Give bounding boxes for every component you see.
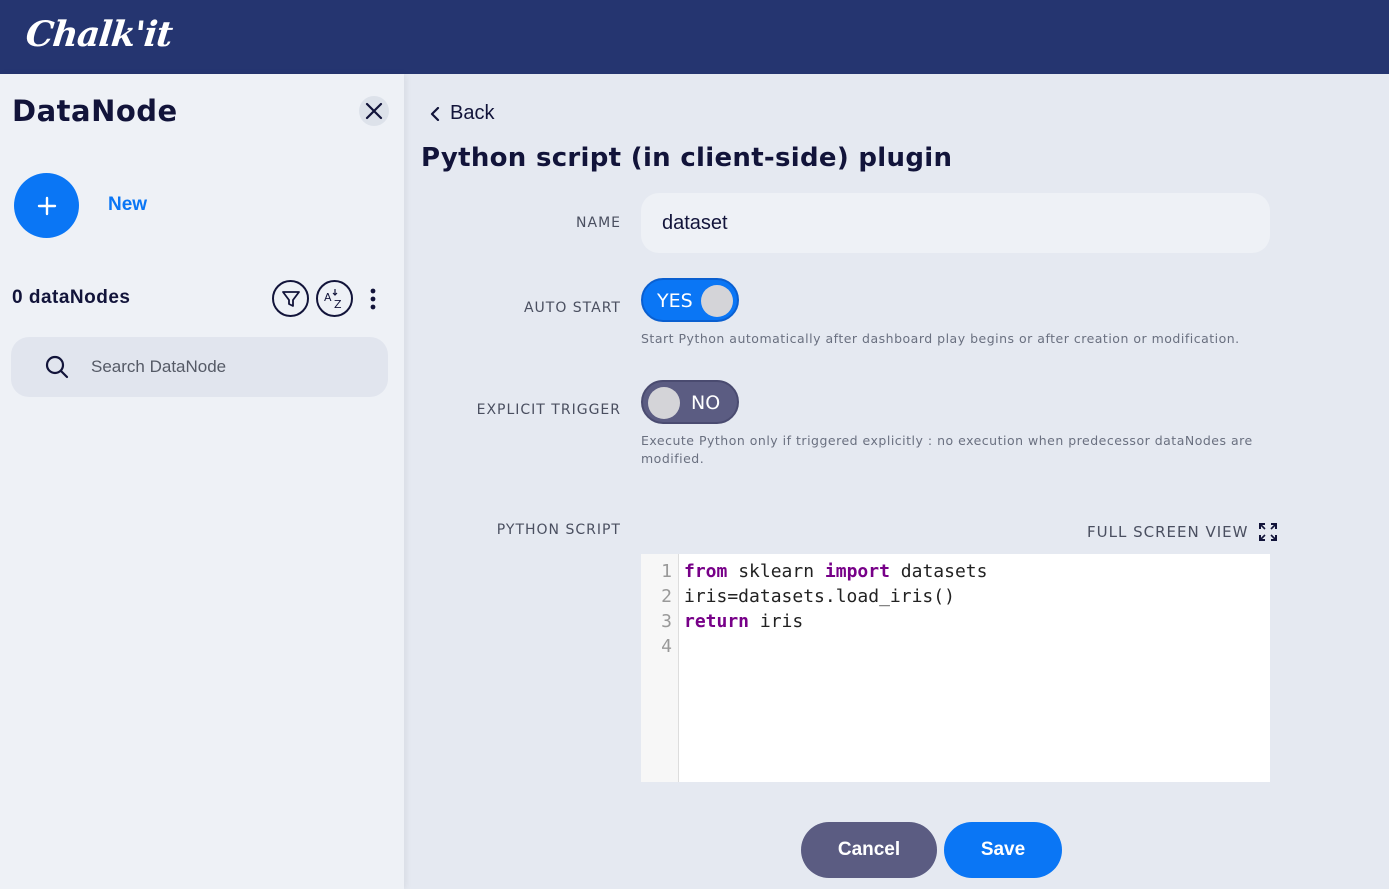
line-number: 1 (661, 561, 672, 582)
datanode-editor-panel: Back Python script (in client-side) plug… (404, 74, 1389, 889)
fullscreen-icon (1259, 523, 1278, 541)
full-screen-view-label: FULL SCREEN VIEW (1087, 523, 1249, 541)
sidebar-title: DataNode (12, 94, 178, 128)
code-text: sklearn (727, 561, 825, 582)
code-line: return iris (684, 611, 803, 632)
toggle-knob (648, 387, 680, 419)
new-datanode-label[interactable]: New (108, 194, 147, 216)
save-button[interactable]: Save (944, 822, 1062, 878)
auto-start-label: AUTO START (523, 300, 621, 316)
auto-start-toggle-label: YES (657, 290, 693, 312)
auto-start-toggle[interactable]: YES (641, 278, 739, 322)
datanode-count: 0 dataNodes (12, 287, 131, 308)
more-vert-icon (370, 288, 376, 310)
cancel-button[interactable]: Cancel (801, 822, 937, 878)
close-sidebar-button[interactable] (359, 96, 389, 126)
datanode-sidebar: DataNode New 0 dataNodes A Z (0, 74, 404, 889)
line-number: 3 (661, 611, 672, 632)
explicit-trigger-toggle-label: NO (691, 392, 721, 414)
sort-button[interactable]: A Z (316, 280, 353, 317)
svg-text:A: A (324, 291, 332, 304)
page-title: Python script (in client-side) plugin (421, 143, 953, 173)
code-keyword: from (684, 561, 728, 582)
code-text: iris (749, 611, 804, 632)
back-label: Back (450, 102, 495, 124)
plus-icon (37, 196, 56, 215)
name-label: NAME (576, 215, 621, 231)
name-input[interactable] (641, 193, 1270, 253)
explicit-trigger-toggle[interactable]: NO (641, 380, 739, 424)
python-script-label: PYTHON SCRIPT (496, 522, 621, 538)
python-code-editor[interactable]: 1 2 3 4 from sklearn import datasets iri… (641, 554, 1270, 782)
top-header: Chalk'it (0, 0, 1389, 74)
explicit-trigger-hint: Execute Python only if triggered explici… (641, 433, 1253, 466)
toggle-knob (701, 285, 733, 317)
code-keyword: return (684, 611, 750, 632)
code-text: datasets (889, 561, 988, 582)
more-options-button[interactable] (362, 286, 384, 312)
filter-button[interactable] (272, 280, 309, 317)
filter-icon (281, 290, 300, 307)
auto-start-hint: Start Python automatically after dashboa… (641, 331, 1240, 346)
app-logo[interactable]: Chalk'it (24, 14, 174, 55)
chevron-left-icon (430, 106, 440, 121)
code-keyword: import (824, 561, 890, 582)
full-screen-view-button[interactable]: FULL SCREEN VIEW (1087, 522, 1278, 542)
line-number: 4 (661, 636, 672, 657)
search-icon (45, 355, 69, 379)
back-link[interactable]: Back (430, 102, 494, 125)
line-number: 2 (661, 586, 672, 607)
sort-az-icon: A Z (324, 288, 342, 311)
line-number-gutter: 1 2 3 4 (641, 554, 679, 782)
explicit-trigger-label: EXPLICIT TRIGGER (476, 402, 621, 418)
close-icon (365, 102, 383, 120)
code-line: iris=datasets.load_iris() (684, 586, 955, 607)
datanode-search-box (11, 337, 388, 397)
code-line: from sklearn import datasets (684, 561, 987, 582)
new-datanode-button[interactable] (14, 173, 79, 238)
svg-text:Z: Z (334, 298, 342, 311)
search-input[interactable] (91, 349, 371, 385)
